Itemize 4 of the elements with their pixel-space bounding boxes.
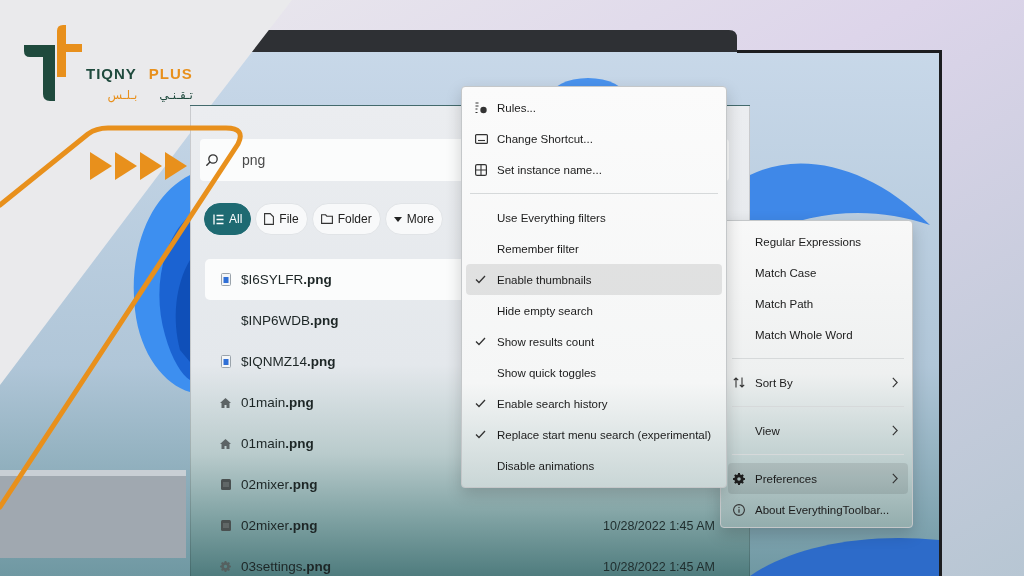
logo-text: TIQNY bbox=[86, 65, 137, 82]
logo-text: PLUS bbox=[148, 65, 193, 82]
logo-arabic-text: بـلـس bbox=[107, 88, 138, 103]
logo-arabic-text: تـقـنـي bbox=[159, 88, 193, 103]
